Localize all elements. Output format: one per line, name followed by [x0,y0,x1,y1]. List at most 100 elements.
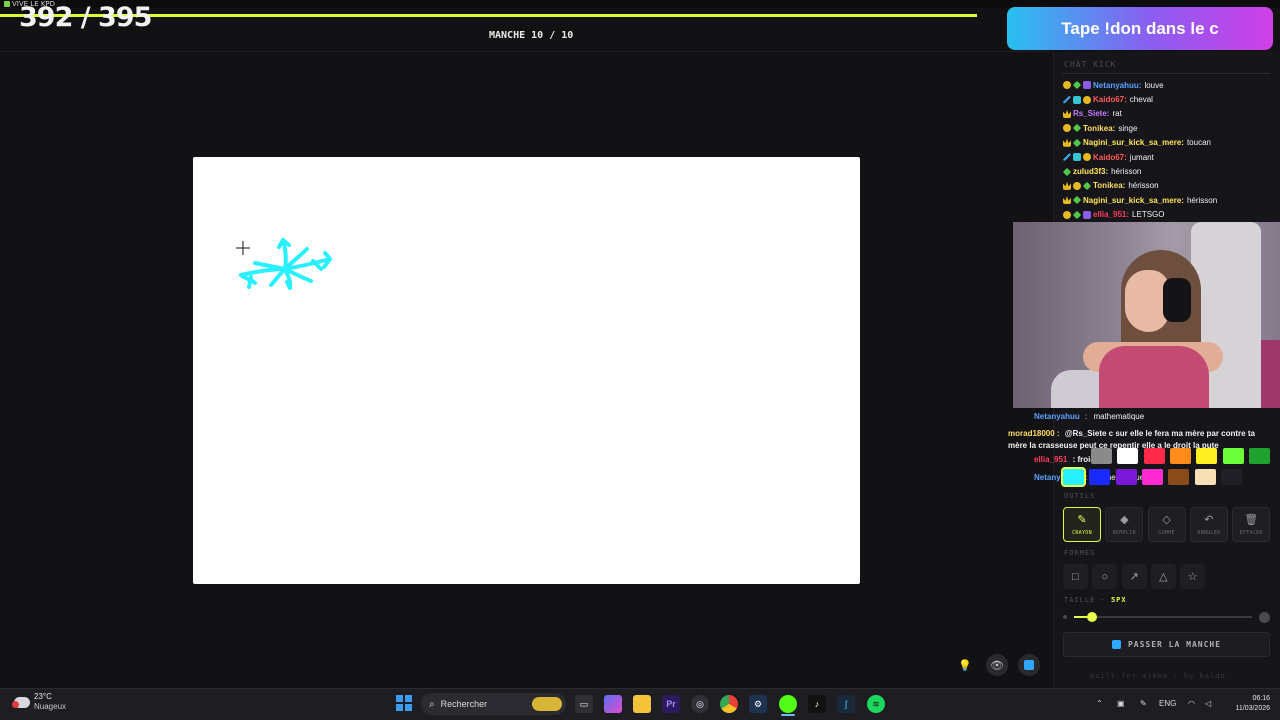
chat-username[interactable]: Rs_Siete: [1073,109,1109,118]
language-indicator[interactable]: ENG [1159,699,1176,708]
search-placeholder: Rechercher [440,699,488,709]
size-slider-handle[interactable] [1086,612,1097,622]
chat-message: Kaido67: jumant [1063,150,1275,164]
color-swatch[interactable] [1169,448,1191,464]
search-highlight-icon [532,697,562,711]
shape-button[interactable]: ○ [1092,564,1118,589]
task-view-icon[interactable]: ▭ [575,695,593,713]
taskbar-search[interactable]: ⌕ Rechercher [421,693,566,715]
fill-icon: ◆ [1120,513,1129,526]
chat-text: toucan [1186,138,1211,148]
size-slider[interactable] [1074,612,1252,622]
shape-button[interactable]: ↗ [1121,564,1147,589]
color-swatch[interactable] [1117,448,1139,464]
custom-color-swatch[interactable] [1220,469,1242,485]
chat-username[interactable]: Kaido67: [1093,153,1127,162]
chat-username[interactable]: Nagini_sur_kick_sa_mere: [1083,196,1184,205]
tray-overflow-icon[interactable]: ⌃ [1096,699,1103,708]
hint-button[interactable]: 💡 [954,654,976,676]
skip-icon [1111,640,1121,649]
crown-badge-icon [1063,181,1071,190]
script-icon[interactable]: ʃ [837,695,855,713]
shape-button[interactable]: □ [1063,564,1088,589]
color-swatch[interactable] [1091,448,1112,464]
headset-icon [1163,278,1191,322]
chat-username[interactable]: Tonikea: [1083,124,1115,133]
kick-icon[interactable] [779,695,797,713]
weather-widget[interactable]: 23°C Nuageux [12,692,67,712]
crown-badge-icon [1063,109,1071,118]
shape-button[interactable]: △ [1150,564,1176,589]
steam-icon[interactable]: ⚙ [749,695,767,713]
volume-icon[interactable]: ◁ [1205,699,1211,708]
start-button[interactable] [396,695,412,711]
color-swatch[interactable] [1141,469,1163,485]
tiktok-icon[interactable]: ♪ [808,695,826,713]
webcam-top [1099,346,1209,408]
shape-button[interactable]: ☆ [1180,564,1206,589]
chat-username[interactable]: zulud3f3: [1073,167,1108,176]
chat-username[interactable]: Netanyahuu: [1093,81,1141,90]
lower-chat-row: Netanyahuu : mathematique [1034,412,1145,421]
purple-badge-icon [1083,210,1091,219]
spotify-icon[interactable]: ≋ [867,695,885,713]
chat-message: ellia_951: LETSGO [1063,208,1275,222]
crosshair-cursor [236,241,250,255]
color-swatch[interactable] [1115,469,1137,485]
tool-annuler-button[interactable]: ↶ ANNULER [1189,507,1228,542]
purple-badge-icon [1083,81,1091,90]
taskbar-clock[interactable]: 06:16 11/03/2026 [1225,694,1270,714]
undo-icon: ↶ [1204,513,1214,526]
search-icon: ⌕ [429,698,435,710]
file-explorer-icon[interactable] [633,695,651,713]
obs-icon[interactable]: ◎ [691,695,709,713]
color-swatch[interactable] [1089,469,1111,485]
wifi-icon[interactable]: ◠ [1188,699,1195,708]
ellipse-icon: ○ [1101,570,1109,583]
color-swatch[interactable] [1063,469,1084,485]
score-counter: 392 / 395 [19,2,152,33]
clock-date: 11/03/2026 [1235,705,1270,712]
crown-badge-icon [1063,196,1071,205]
color-swatch[interactable] [1222,448,1244,464]
tool-effacer-button[interactable]: 🗑 EFFACER [1232,507,1271,542]
weather-temp: 23°C [34,692,52,701]
tool-remplir-button[interactable]: ◆ REMPLIR [1105,507,1144,542]
color-swatch[interactable] [1194,469,1216,485]
pencil-icon: ✎ [1077,513,1087,526]
chat-message: Tonikea: singe [1063,121,1275,135]
color-swatch[interactable] [1143,448,1165,464]
chat-text: cheval [1129,95,1153,105]
webcam-overlay [1013,222,1280,408]
weather-desc: Nuageux [34,702,67,711]
chat-username[interactable]: Kaido67: [1093,95,1127,104]
color-swatch[interactable] [1168,469,1190,485]
chat-message: Netanyahuu: louve [1063,78,1275,92]
premiere-icon[interactable]: Pr [662,695,680,713]
shapes-label: FORMES [1064,549,1096,557]
snowflake-drawing [239,238,332,290]
color-swatch[interactable] [1196,448,1218,464]
copilot-icon[interactable] [604,695,622,713]
chat-text: rat [1112,109,1122,119]
tool-label: ANNULER [1197,529,1221,536]
tool-crayon-button[interactable]: ✎ CRAYON [1063,507,1101,542]
chat-text: hérisson [1111,167,1142,177]
chat-username[interactable]: Tonikea: [1093,181,1125,190]
skip-round-button[interactable]: PASSER LA MANCHE [1063,632,1270,657]
color-swatch[interactable] [1248,448,1270,464]
tray-app-icon[interactable]: ▣ [1117,699,1125,708]
footer-credit: built for mimbe · by kaldo [1090,672,1226,680]
size-label: TAILLE · 5PX [1064,596,1127,604]
drawing-strokes [236,238,332,290]
tools-label: OUTILS [1064,492,1096,500]
chat-username[interactable]: Nagini_sur_kick_sa_mere: [1083,138,1184,147]
pause-icon [1024,660,1034,670]
chat-username[interactable]: ellia_951: [1093,210,1129,219]
pause-button[interactable] [1018,654,1040,676]
visibility-button[interactable]: 👁 [986,654,1008,676]
tool-gomme-button[interactable]: ◇ GOMME [1147,507,1186,542]
tray-pen-icon[interactable]: ✎ [1140,699,1147,708]
drawing-canvas[interactable] [193,157,860,584]
chrome-icon[interactable] [720,695,738,713]
